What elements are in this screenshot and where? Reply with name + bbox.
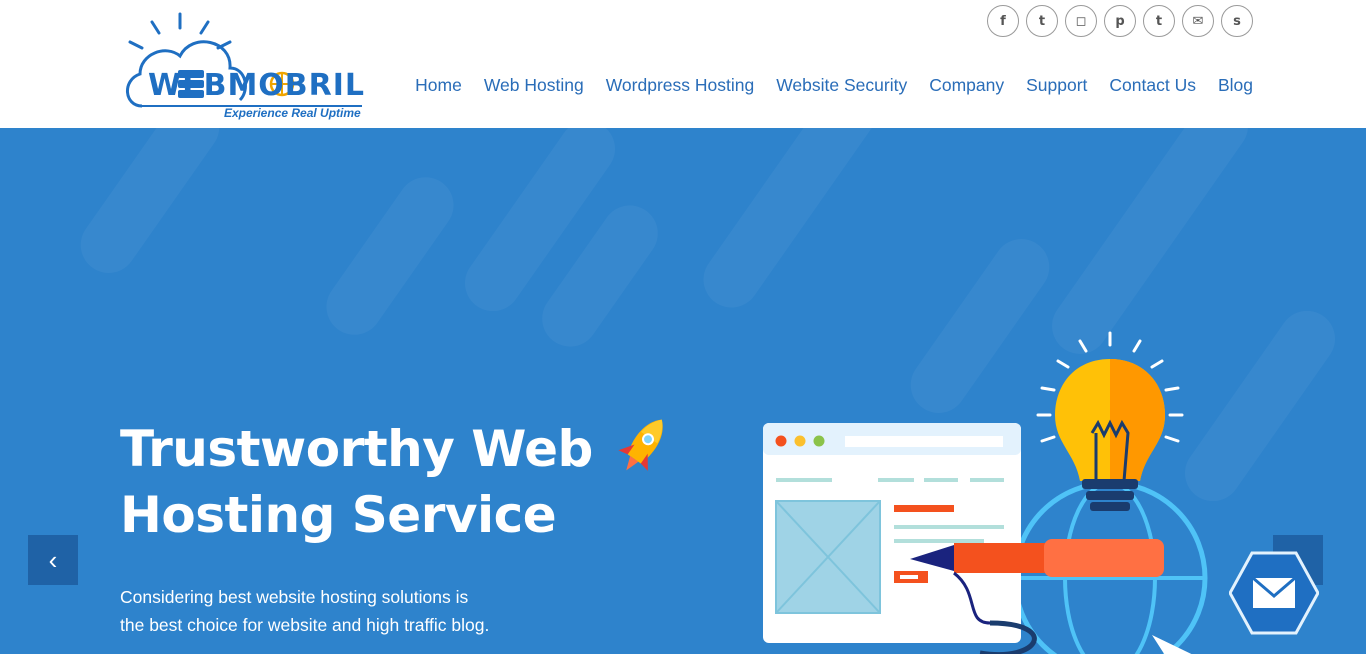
facebook-icon[interactable]: f <box>987 5 1019 37</box>
mail-icon <box>1252 576 1296 608</box>
carousel-prev-button[interactable]: ‹ <box>28 535 78 585</box>
hero-banner: Trustworthy Web Hosting Service Consider… <box>0 128 1366 654</box>
logo-wordmark: WEBMOBRIL <box>148 68 366 103</box>
decor-shape <box>69 128 231 284</box>
nav-support[interactable]: Support <box>1026 75 1087 96</box>
chevron-left-icon: ‹ <box>48 544 58 575</box>
skype-icon[interactable]: s <box>1221 5 1253 37</box>
email-icon[interactable]: ✉ <box>1182 5 1214 37</box>
hero-subtitle: Considering best website hosting solutio… <box>120 583 560 639</box>
logo-tagline: Experience Real Uptime <box>224 106 361 120</box>
hero-subtitle-line2: the best choice for website and high tra… <box>120 615 490 635</box>
nav-website-security[interactable]: Website Security <box>776 75 907 96</box>
tumblr-icon[interactable]: t <box>1143 5 1175 37</box>
nav-home[interactable]: Home <box>415 75 462 96</box>
pinterest-icon[interactable]: p <box>1104 5 1136 37</box>
hero-subtitle-line1: Considering best website hosting solutio… <box>120 587 469 607</box>
hero-title-line2: Hosting Service <box>120 486 557 544</box>
rocket-icon <box>618 419 663 471</box>
nav-wordpress-hosting[interactable]: Wordpress Hosting <box>606 75 755 96</box>
hero-title: Trustworthy Web Hosting Service <box>120 416 640 548</box>
nav-company[interactable]: Company <box>929 75 1004 96</box>
nav-blog[interactable]: Blog <box>1218 75 1253 96</box>
instagram-icon[interactable]: ◻ <box>1065 5 1097 37</box>
decor-shape <box>692 128 888 319</box>
social-links: f t ◻ p t ✉ s <box>987 5 1253 37</box>
twitter-icon[interactable]: t <box>1026 5 1058 37</box>
nav-contact-us[interactable]: Contact Us <box>1109 75 1196 96</box>
nav-web-hosting[interactable]: Web Hosting <box>484 75 584 96</box>
hosting-illustration <box>763 331 1208 654</box>
decor-shape <box>315 166 465 346</box>
hero-title-line1: Trustworthy Web <box>120 420 593 478</box>
logo[interactable]: WEBMOBRIL Experience Real Uptime <box>122 10 367 122</box>
main-nav: Home Web Hosting Wordpress Hosting Websi… <box>415 75 1253 96</box>
site-header: WEBMOBRIL Experience Real Uptime f t ◻ p… <box>0 0 1366 128</box>
contact-mail-button[interactable] <box>1229 548 1319 638</box>
